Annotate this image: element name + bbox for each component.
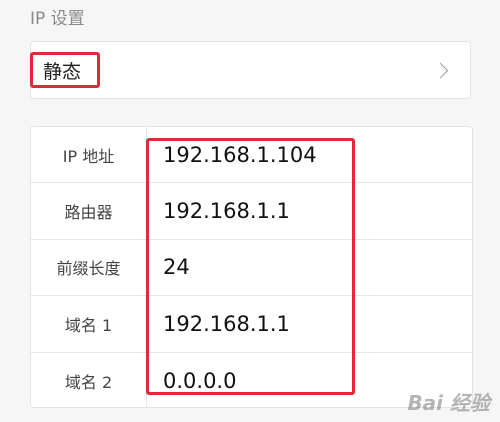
ip-address-field[interactable]: 192.168.1.104 <box>147 143 317 167</box>
router-field[interactable]: 192.168.1.1 <box>147 199 290 223</box>
ip-address-label: IP 地址 <box>31 127 147 183</box>
row-prefix-length[interactable]: 前缀长度 24 <box>31 239 472 297</box>
row-dns-2[interactable]: 域名 2 0.0.0.0 <box>31 352 472 407</box>
router-label: 路由器 <box>31 183 147 239</box>
dns-1-label: 域名 1 <box>31 296 147 352</box>
dns-2-label: 域名 2 <box>31 352 147 407</box>
row-router[interactable]: 路由器 192.168.1.1 <box>31 183 472 240</box>
baidu-watermark: Bai 经验 <box>407 391 490 415</box>
ip-mode-value: 静态 <box>30 52 100 88</box>
prefix-length-label: 前缀长度 <box>31 239 147 296</box>
ip-settings-page: IP 设置 静态 IP 地址 192.168.1.104 路由器 192.168… <box>0 0 500 422</box>
ip-config-table: IP 地址 192.168.1.104 路由器 192.168.1.1 前缀长度… <box>30 126 473 408</box>
chevron-right-icon <box>432 62 449 78</box>
section-title: IP 设置 <box>30 9 85 29</box>
ip-mode-selector[interactable]: 静态 <box>30 41 471 99</box>
prefix-length-field[interactable]: 24 <box>147 255 190 279</box>
row-ip-address[interactable]: IP 地址 192.168.1.104 <box>31 127 472 184</box>
dns-1-field[interactable]: 192.168.1.1 <box>147 312 290 336</box>
dns-2-field[interactable]: 0.0.0.0 <box>147 369 236 393</box>
row-dns-1[interactable]: 域名 1 192.168.1.1 <box>31 296 472 353</box>
